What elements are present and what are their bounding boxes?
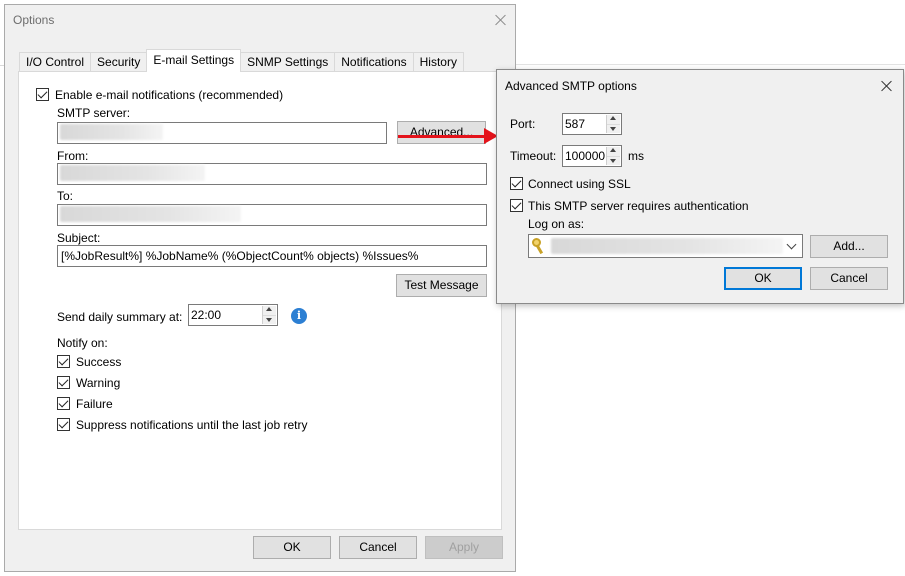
logon-dropdown[interactable] (528, 234, 803, 258)
timeout-spinner-arrows (606, 147, 620, 165)
port-label: Port: (510, 117, 536, 131)
options-window: Options I/O Control Security E-mail Sett… (4, 4, 516, 572)
notify-warning-checkbox[interactable] (57, 376, 70, 389)
info-icon[interactable]: i (291, 308, 307, 324)
auth-label: This SMTP server requires authentication (528, 199, 749, 213)
redacted-from (60, 165, 205, 181)
tab-notifications[interactable]: Notifications (334, 52, 414, 72)
close-icon[interactable] (491, 10, 511, 30)
port-spin-up-button[interactable] (607, 115, 620, 125)
timeout-spin-down-button[interactable] (607, 156, 620, 165)
dialog-cancel-button[interactable]: Cancel (810, 267, 888, 290)
daily-summary-label: Send daily summary at: (57, 310, 183, 324)
tab-io-control[interactable]: I/O Control (19, 52, 92, 72)
notify-on-label: Notify on: (57, 336, 108, 350)
window-title: Options (13, 13, 55, 27)
ssl-label: Connect using SSL (528, 177, 631, 191)
ssl-checkbox[interactable] (510, 177, 523, 190)
test-message-button[interactable]: Test Message (396, 274, 487, 297)
suppress-notifications-checkbox[interactable] (57, 418, 70, 431)
subject-label: Subject: (57, 231, 101, 245)
tab-history[interactable]: History (412, 52, 464, 72)
dialog-ok-button[interactable]: OK (724, 267, 802, 290)
background-window-strip (516, 38, 905, 65)
port-value: 587 (565, 117, 586, 131)
notify-failure-checkbox[interactable] (57, 397, 70, 410)
port-spin-down-button[interactable] (607, 124, 620, 133)
auth-checkbox[interactable] (510, 199, 523, 212)
tab-snmp-settings[interactable]: SNMP Settings (240, 52, 336, 72)
apply-button[interactable]: Apply (425, 536, 503, 559)
tab-bar: I/O Control Security E-mail Settings SNM… (19, 49, 464, 72)
port-spinner[interactable]: 587 (562, 113, 622, 135)
enable-email-checkbox[interactable] (36, 88, 49, 101)
time-spin-up-button[interactable] (263, 306, 276, 316)
add-button[interactable]: Add... (810, 235, 888, 258)
from-label: From: (57, 149, 89, 163)
logon-label: Log on as: (528, 217, 585, 231)
time-spinner (262, 306, 276, 324)
advanced-button[interactable]: Advanced... (397, 121, 486, 144)
ok-button[interactable]: OK (253, 536, 331, 559)
daily-summary-time-picker[interactable]: 22:00 (188, 304, 278, 326)
timeout-spin-up-button[interactable] (607, 147, 620, 157)
key-icon (532, 238, 548, 255)
redacted-to (60, 206, 241, 222)
redacted-smtp (60, 124, 163, 140)
timeout-value: 100000 (565, 149, 606, 163)
tab-email-settings[interactable]: E-mail Settings (146, 49, 242, 72)
dialog-title: Advanced SMTP options (505, 79, 637, 93)
suppress-notifications-label: Suppress notifications until the last jo… (76, 418, 308, 432)
notify-success-label: Success (76, 355, 122, 369)
advanced-smtp-dialog: Advanced SMTP options Port: 587 Timeout:… (496, 69, 904, 304)
notify-failure-label: Failure (76, 397, 113, 411)
daily-summary-time-value: 22:00 (191, 308, 222, 322)
timeout-unit: ms (628, 149, 644, 163)
chevron-down-icon[interactable] (784, 235, 802, 257)
close-icon[interactable] (877, 76, 897, 96)
to-label: To: (57, 189, 74, 203)
enable-email-label: Enable e-mail notifications (recommended… (55, 88, 284, 102)
notify-success-checkbox[interactable] (57, 355, 70, 368)
redacted-logon (551, 238, 783, 254)
time-spin-down-button[interactable] (263, 315, 276, 324)
email-settings-panel: Enable e-mail notifications (recommended… (18, 71, 502, 530)
smtp-server-label: SMTP server: (57, 106, 131, 120)
subject-input[interactable]: [%JobResult%] %JobName% (%ObjectCount% o… (57, 245, 487, 267)
cancel-button[interactable]: Cancel (339, 536, 417, 559)
timeout-label: Timeout: (510, 149, 557, 163)
port-spinner-arrows (606, 115, 620, 133)
annotation-arrow (398, 135, 486, 138)
tab-security[interactable]: Security (90, 52, 148, 72)
timeout-spinner[interactable]: 100000 (562, 145, 622, 167)
notify-warning-label: Warning (76, 376, 121, 390)
